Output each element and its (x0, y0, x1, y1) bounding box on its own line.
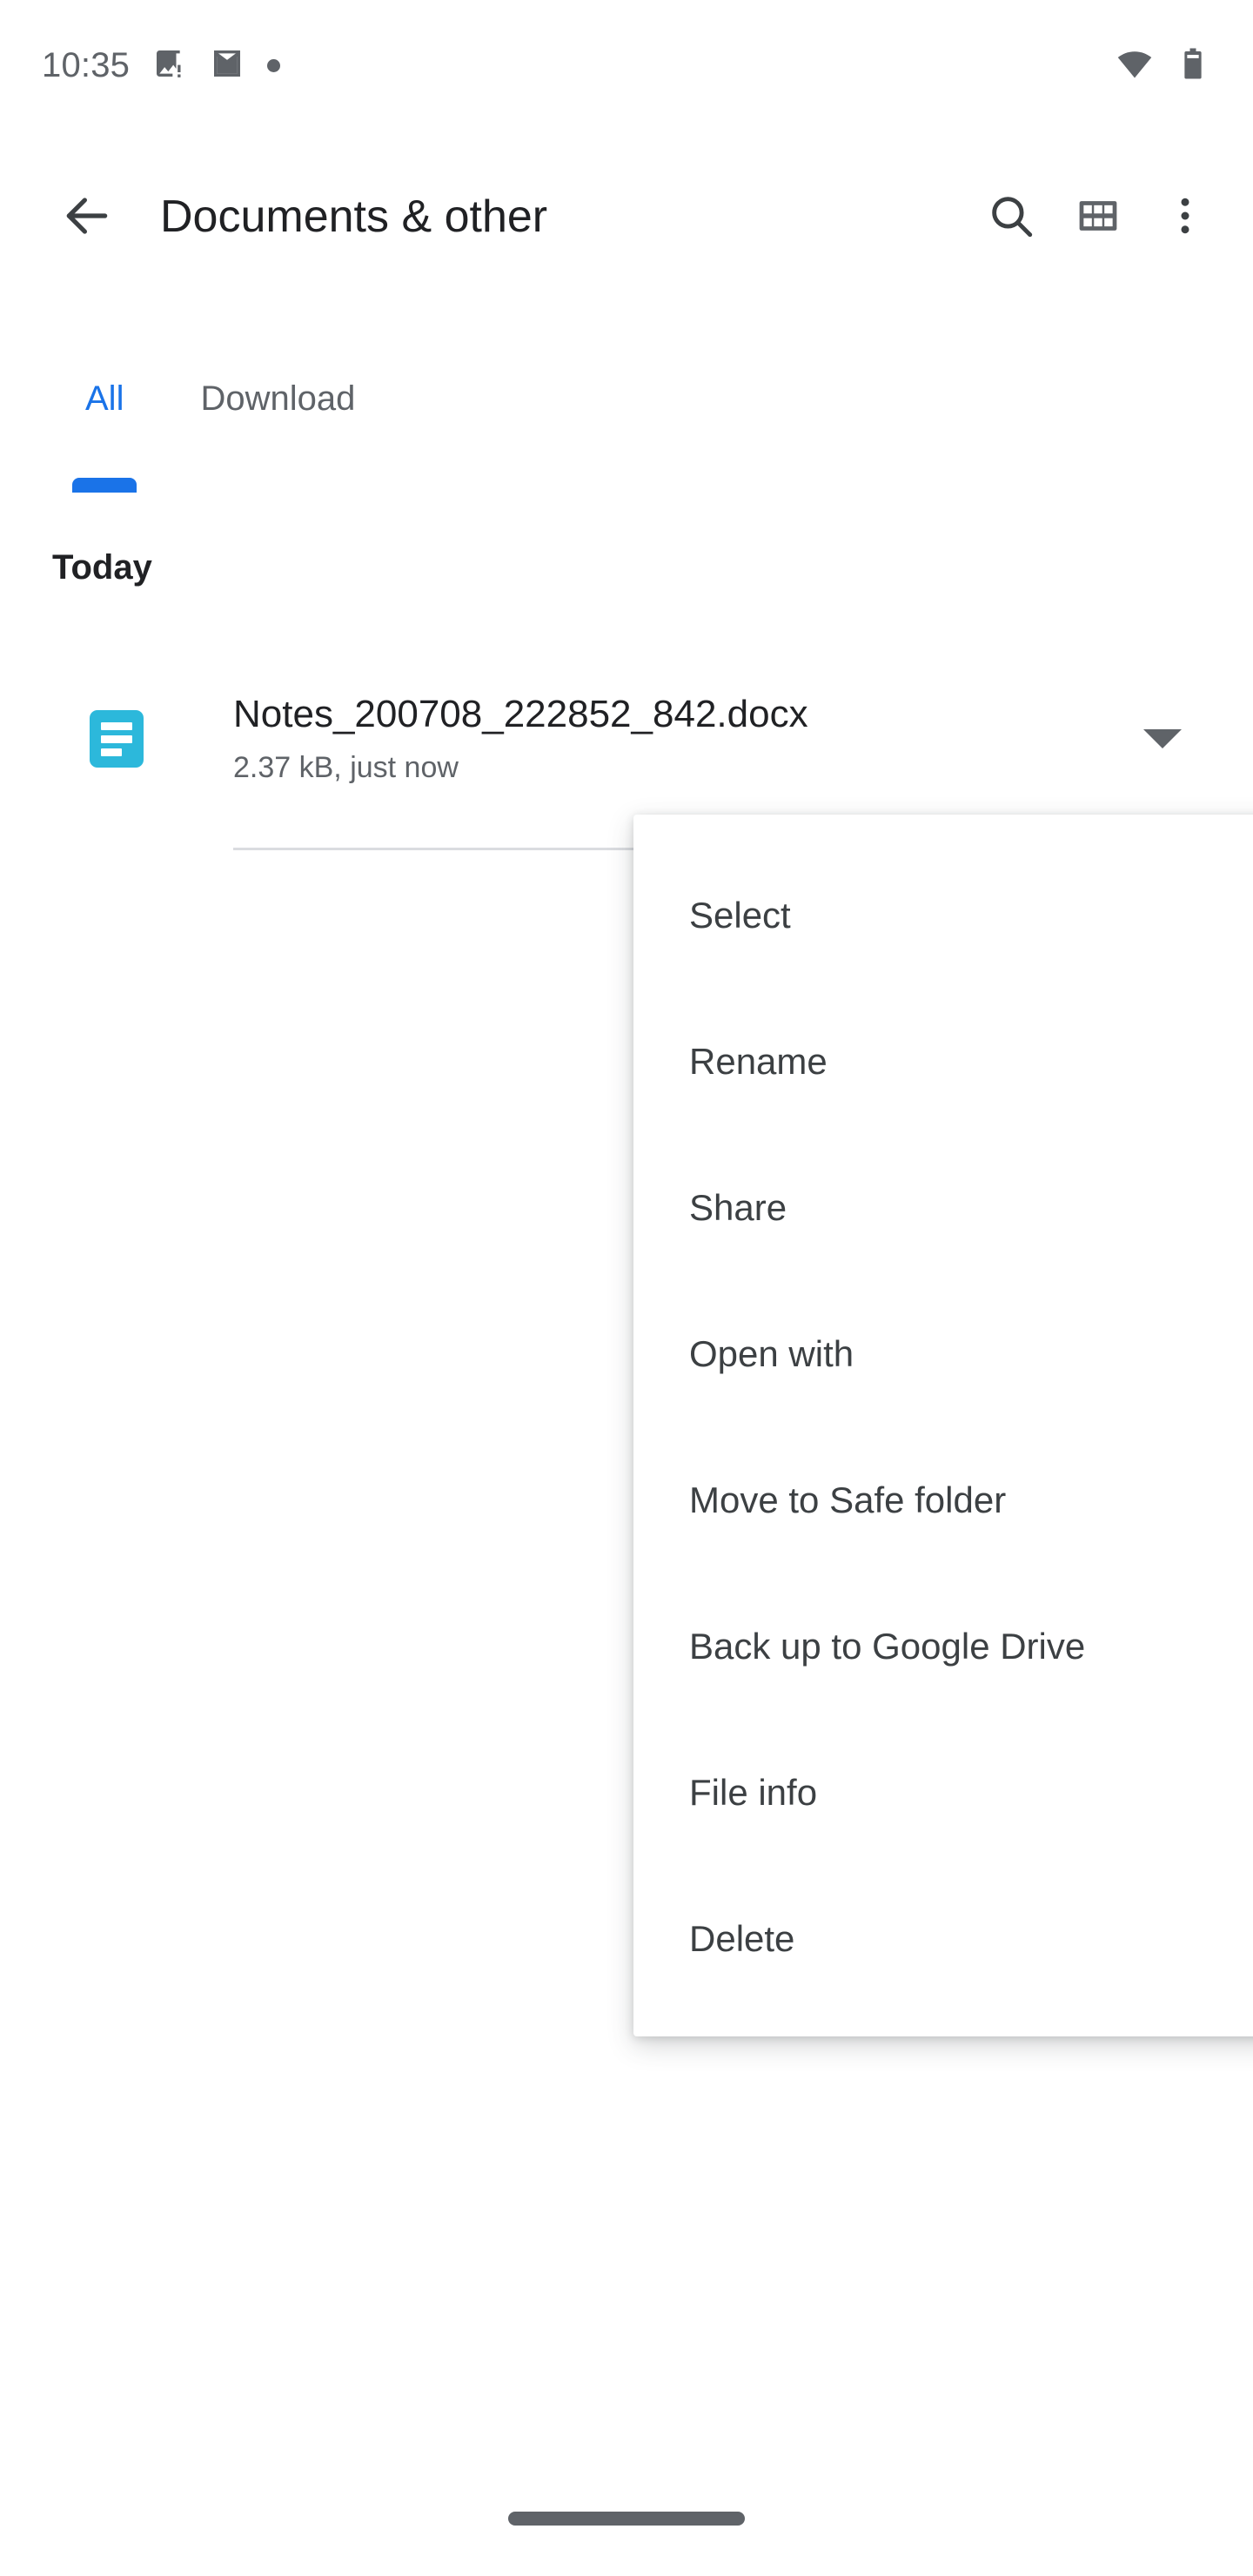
menu-item-label: File info (689, 1772, 818, 1813)
grid-view-icon (1075, 192, 1122, 244)
file-meta: 2.37 kB, just now (233, 750, 459, 784)
overflow-menu-button[interactable] (1142, 174, 1229, 261)
tab-download-label: Download (200, 379, 356, 418)
menu-item-label: Rename (689, 1041, 828, 1082)
menu-item-select[interactable]: Select (633, 842, 1253, 989)
page-title: Documents & other (160, 191, 548, 243)
grid-view-button[interactable] (1055, 174, 1142, 261)
back-button[interactable] (44, 174, 131, 261)
document-icon (90, 710, 144, 768)
menu-item-move-to-safe-folder[interactable]: Move to Safe folder (633, 1427, 1253, 1573)
app-bar: Documents & other (0, 131, 1253, 305)
list-item[interactable]: Notes_200708_222852_842.docx 2.37 kB, ju… (0, 658, 1253, 820)
menu-item-label: Select (689, 895, 791, 936)
file-overflow-button[interactable] (1121, 697, 1204, 781)
menu-item-label: Delete (689, 1918, 795, 1959)
navigation-bar (0, 2480, 1253, 2576)
battery-icon (1175, 45, 1211, 86)
tabs-row: All Download (0, 305, 1253, 493)
file-icon-wrap (0, 710, 233, 768)
file-name: Notes_200708_222852_842.docx (233, 693, 808, 736)
context-menu: Select Rename Share Open with Move to Sa… (633, 815, 1253, 2036)
menu-item-share[interactable]: Share (633, 1135, 1253, 1281)
status-bar: 10:35 (0, 0, 1253, 131)
notification-dot-icon (267, 58, 281, 72)
menu-item-file-info[interactable]: File info (633, 1720, 1253, 1866)
menu-item-delete[interactable]: Delete (633, 1866, 1253, 2012)
menu-item-label: Open with (689, 1333, 854, 1374)
home-gesture-pill[interactable] (508, 2512, 745, 2526)
file-text: Notes_200708_222852_842.docx 2.37 kB, ju… (233, 693, 1121, 785)
tab-all[interactable]: All (47, 305, 162, 493)
menu-item-label: Move to Safe folder (689, 1479, 1007, 1520)
tab-strip: All Download (0, 305, 1253, 493)
tab-download[interactable]: Download (162, 305, 393, 493)
tab-active-indicator (72, 478, 137, 493)
status-bar-right (1116, 44, 1211, 87)
search-icon (986, 191, 1036, 245)
section-header-today: Today (52, 548, 152, 587)
menu-item-label: Share (689, 1187, 787, 1228)
chevron-down-icon (1143, 729, 1182, 748)
menu-item-rename[interactable]: Rename (633, 989, 1253, 1135)
back-arrow-icon (60, 189, 114, 247)
status-clock: 10:35 (42, 46, 131, 84)
menu-item-back-up-to-google-drive[interactable]: Back up to Google Drive (633, 1573, 1253, 1720)
overflow-menu-icon (1162, 192, 1209, 244)
photo-alert-icon (152, 46, 187, 85)
status-bar-left: 10:35 (42, 46, 281, 85)
search-button[interactable] (968, 174, 1055, 261)
menu-item-open-with[interactable]: Open with (633, 1281, 1253, 1427)
menu-item-label: Back up to Google Drive (689, 1626, 1086, 1667)
gmail-icon (210, 46, 245, 85)
wifi-icon (1116, 44, 1154, 87)
tab-all-label: All (85, 379, 124, 418)
